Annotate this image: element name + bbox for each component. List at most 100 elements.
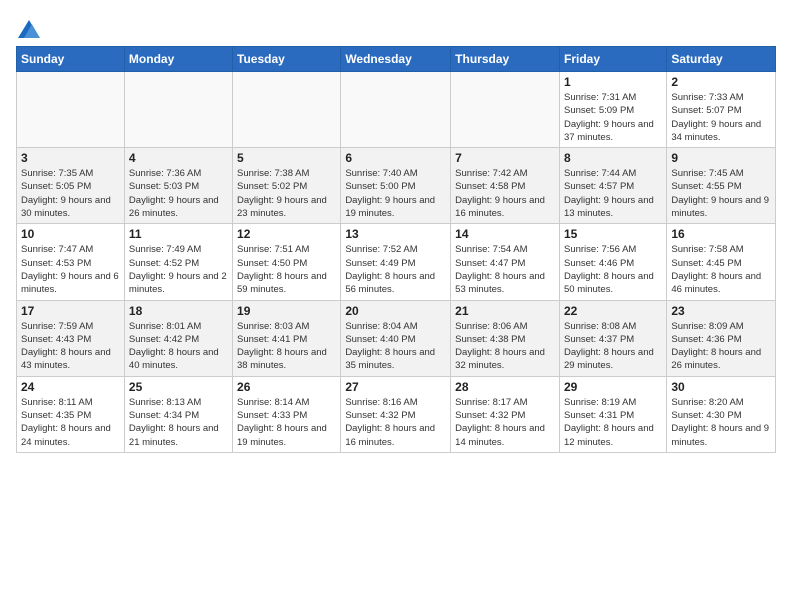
calendar-cell: 21 Sunrise: 8:06 AM Sunset: 4:38 PM Dayli… — [451, 300, 560, 376]
day-number: 16 — [671, 227, 771, 241]
day-detail: Sunrise: 8:08 AM Sunset: 4:37 PM Dayligh… — [564, 320, 662, 373]
day-detail: Sunrise: 7:54 AM Sunset: 4:47 PM Dayligh… — [455, 243, 555, 296]
day-number: 10 — [21, 227, 120, 241]
day-detail: Sunrise: 7:40 AM Sunset: 5:00 PM Dayligh… — [345, 167, 446, 220]
day-number: 17 — [21, 304, 120, 318]
day-number: 22 — [564, 304, 662, 318]
calendar-header-row: SundayMondayTuesdayWednesdayThursdayFrid… — [17, 47, 776, 72]
page: SundayMondayTuesdayWednesdayThursdayFrid… — [0, 0, 792, 463]
day-number: 7 — [455, 151, 555, 165]
calendar-cell: 8 Sunrise: 7:44 AM Sunset: 4:57 PM Daylig… — [559, 148, 666, 224]
weekday-header-tuesday: Tuesday — [233, 47, 341, 72]
calendar-cell: 1Sunrise: 7:31 AM Sunset: 5:09 PM Daylig… — [559, 72, 666, 148]
day-detail: Sunrise: 7:45 AM Sunset: 4:55 PM Dayligh… — [671, 167, 771, 220]
day-number: 4 — [129, 151, 228, 165]
calendar-cell: 4 Sunrise: 7:36 AM Sunset: 5:03 PM Daylig… — [124, 148, 232, 224]
day-number: 21 — [455, 304, 555, 318]
calendar-cell: 2 Sunrise: 7:33 AM Sunset: 5:07 PM Daylig… — [667, 72, 776, 148]
day-number: 28 — [455, 380, 555, 394]
day-number: 3 — [21, 151, 120, 165]
day-number: 23 — [671, 304, 771, 318]
day-detail: Sunrise: 7:33 AM Sunset: 5:07 PM Dayligh… — [671, 91, 771, 144]
calendar-cell: 11Sunrise: 7:49 AM Sunset: 4:52 PM Dayli… — [124, 224, 232, 300]
calendar-cell — [451, 72, 560, 148]
calendar-cell: 3 Sunrise: 7:35 AM Sunset: 5:05 PM Daylig… — [17, 148, 125, 224]
calendar-cell: 20 Sunrise: 8:04 AM Sunset: 4:40 PM Dayli… — [341, 300, 451, 376]
calendar-table: SundayMondayTuesdayWednesdayThursdayFrid… — [16, 46, 776, 453]
calendar-week-1: 1Sunrise: 7:31 AM Sunset: 5:09 PM Daylig… — [17, 72, 776, 148]
calendar-cell: 15Sunrise: 7:56 AM Sunset: 4:46 PM Dayli… — [559, 224, 666, 300]
calendar-cell: 23 Sunrise: 8:09 AM Sunset: 4:36 PM Dayli… — [667, 300, 776, 376]
weekday-header-friday: Friday — [559, 47, 666, 72]
day-number: 26 — [237, 380, 336, 394]
header — [16, 16, 776, 38]
calendar-cell: 5 Sunrise: 7:38 AM Sunset: 5:02 PM Daylig… — [233, 148, 341, 224]
day-number: 14 — [455, 227, 555, 241]
day-number: 6 — [345, 151, 446, 165]
day-detail: Sunrise: 7:51 AM Sunset: 4:50 PM Dayligh… — [237, 243, 336, 296]
calendar-cell: 6 Sunrise: 7:40 AM Sunset: 5:00 PM Daylig… — [341, 148, 451, 224]
weekday-header-saturday: Saturday — [667, 47, 776, 72]
day-number: 19 — [237, 304, 336, 318]
day-number: 15 — [564, 227, 662, 241]
day-detail: Sunrise: 7:38 AM Sunset: 5:02 PM Dayligh… — [237, 167, 336, 220]
day-number: 2 — [671, 75, 771, 89]
day-detail: Sunrise: 7:35 AM Sunset: 5:05 PM Dayligh… — [21, 167, 120, 220]
calendar-cell — [124, 72, 232, 148]
day-number: 11 — [129, 227, 228, 241]
day-detail: Sunrise: 8:06 AM Sunset: 4:38 PM Dayligh… — [455, 320, 555, 373]
day-detail: Sunrise: 8:20 AM Sunset: 4:30 PM Dayligh… — [671, 396, 771, 449]
calendar-cell: 7 Sunrise: 7:42 AM Sunset: 4:58 PM Daylig… — [451, 148, 560, 224]
day-number: 13 — [345, 227, 446, 241]
logo-icon — [18, 20, 40, 38]
calendar-cell: 25 Sunrise: 8:13 AM Sunset: 4:34 PM Dayli… — [124, 376, 232, 452]
calendar-week-2: 3 Sunrise: 7:35 AM Sunset: 5:05 PM Daylig… — [17, 148, 776, 224]
day-number: 9 — [671, 151, 771, 165]
day-number: 25 — [129, 380, 228, 394]
day-detail: Sunrise: 8:03 AM Sunset: 4:41 PM Dayligh… — [237, 320, 336, 373]
calendar-cell: 9 Sunrise: 7:45 AM Sunset: 4:55 PM Daylig… — [667, 148, 776, 224]
day-detail: Sunrise: 8:14 AM Sunset: 4:33 PM Dayligh… — [237, 396, 336, 449]
day-number: 20 — [345, 304, 446, 318]
calendar-cell: 30Sunrise: 8:20 AM Sunset: 4:30 PM Dayli… — [667, 376, 776, 452]
logo — [16, 20, 40, 38]
day-detail: Sunrise: 8:16 AM Sunset: 4:32 PM Dayligh… — [345, 396, 446, 449]
day-number: 5 — [237, 151, 336, 165]
calendar-cell — [341, 72, 451, 148]
calendar-cell: 16 Sunrise: 7:58 AM Sunset: 4:45 PM Dayli… — [667, 224, 776, 300]
day-detail: Sunrise: 7:44 AM Sunset: 4:57 PM Dayligh… — [564, 167, 662, 220]
weekday-header-thursday: Thursday — [451, 47, 560, 72]
day-detail: Sunrise: 7:36 AM Sunset: 5:03 PM Dayligh… — [129, 167, 228, 220]
day-number: 24 — [21, 380, 120, 394]
calendar-cell: 29 Sunrise: 8:19 AM Sunset: 4:31 PM Dayli… — [559, 376, 666, 452]
calendar-cell: 12 Sunrise: 7:51 AM Sunset: 4:50 PM Dayli… — [233, 224, 341, 300]
calendar-cell: 14 Sunrise: 7:54 AM Sunset: 4:47 PM Dayli… — [451, 224, 560, 300]
weekday-header-sunday: Sunday — [17, 47, 125, 72]
day-detail: Sunrise: 8:09 AM Sunset: 4:36 PM Dayligh… — [671, 320, 771, 373]
day-detail: Sunrise: 7:59 AM Sunset: 4:43 PM Dayligh… — [21, 320, 120, 373]
day-number: 8 — [564, 151, 662, 165]
calendar-cell: 18 Sunrise: 8:01 AM Sunset: 4:42 PM Dayli… — [124, 300, 232, 376]
day-detail: Sunrise: 8:01 AM Sunset: 4:42 PM Dayligh… — [129, 320, 228, 373]
calendar-cell: 27Sunrise: 8:16 AM Sunset: 4:32 PM Dayli… — [341, 376, 451, 452]
day-number: 29 — [564, 380, 662, 394]
calendar-cell: 26 Sunrise: 8:14 AM Sunset: 4:33 PM Dayli… — [233, 376, 341, 452]
day-detail: Sunrise: 7:58 AM Sunset: 4:45 PM Dayligh… — [671, 243, 771, 296]
day-detail: Sunrise: 7:42 AM Sunset: 4:58 PM Dayligh… — [455, 167, 555, 220]
day-detail: Sunrise: 7:52 AM Sunset: 4:49 PM Dayligh… — [345, 243, 446, 296]
day-detail: Sunrise: 8:19 AM Sunset: 4:31 PM Dayligh… — [564, 396, 662, 449]
calendar-cell: 28Sunrise: 8:17 AM Sunset: 4:32 PM Dayli… — [451, 376, 560, 452]
day-detail: Sunrise: 8:13 AM Sunset: 4:34 PM Dayligh… — [129, 396, 228, 449]
day-number: 18 — [129, 304, 228, 318]
calendar-cell: 22 Sunrise: 8:08 AM Sunset: 4:37 PM Dayli… — [559, 300, 666, 376]
calendar-cell: 17 Sunrise: 7:59 AM Sunset: 4:43 PM Dayli… — [17, 300, 125, 376]
calendar-cell: 24Sunrise: 8:11 AM Sunset: 4:35 PM Dayli… — [17, 376, 125, 452]
calendar-cell: 13 Sunrise: 7:52 AM Sunset: 4:49 PM Dayli… — [341, 224, 451, 300]
calendar-week-5: 24Sunrise: 8:11 AM Sunset: 4:35 PM Dayli… — [17, 376, 776, 452]
day-detail: Sunrise: 8:04 AM Sunset: 4:40 PM Dayligh… — [345, 320, 446, 373]
day-number: 12 — [237, 227, 336, 241]
day-detail: Sunrise: 7:31 AM Sunset: 5:09 PM Dayligh… — [564, 91, 662, 144]
weekday-header-monday: Monday — [124, 47, 232, 72]
calendar-cell — [233, 72, 341, 148]
calendar-cell: 10Sunrise: 7:47 AM Sunset: 4:53 PM Dayli… — [17, 224, 125, 300]
